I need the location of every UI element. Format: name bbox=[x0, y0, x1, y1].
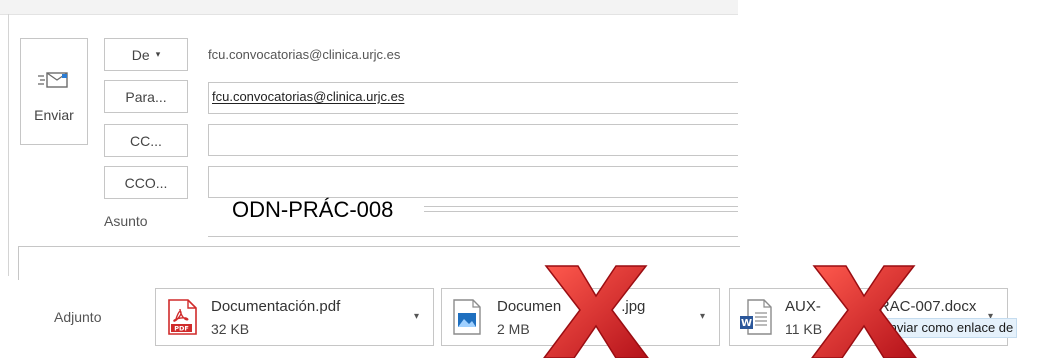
top-toolbar-strip bbox=[0, 0, 738, 15]
cc-field[interactable] bbox=[208, 124, 738, 156]
bcc-button[interactable]: CCO... bbox=[104, 166, 188, 199]
send-button-label: Enviar bbox=[34, 107, 74, 123]
red-x-mark-icon bbox=[543, 265, 649, 358]
subject-field-underline bbox=[208, 236, 738, 237]
subject-input[interactable]: ODN-PRÁC-008 bbox=[232, 197, 393, 223]
to-button[interactable]: Para... bbox=[104, 80, 188, 113]
from-address: fcu.convocatorias@clinica.urjc.es bbox=[208, 47, 401, 62]
chevron-down-icon[interactable]: ▾ bbox=[414, 311, 419, 322]
svg-text:PDF: PDF bbox=[174, 325, 189, 333]
subject-label: Asunto bbox=[104, 213, 148, 229]
subject-field-line-top bbox=[424, 206, 738, 207]
attachments-label: Adjunto bbox=[54, 309, 102, 325]
red-x-mark-icon bbox=[811, 265, 917, 358]
to-recipient[interactable]: fcu.convocatorias@clinica.urjc.es bbox=[212, 89, 404, 104]
attachment-size: 32 KB bbox=[211, 321, 250, 337]
svg-text:W: W bbox=[741, 318, 752, 329]
attachment-name: Documentación.pdf bbox=[211, 298, 341, 315]
window-left-border bbox=[8, 14, 9, 276]
word-file-icon: W bbox=[740, 299, 772, 335]
subject-field-line-bottom bbox=[424, 211, 738, 212]
chevron-down-icon: ▾ bbox=[155, 49, 161, 59]
send-button[interactable]: Enviar bbox=[20, 38, 88, 145]
from-button[interactable]: De ▾ bbox=[104, 38, 188, 71]
cc-button-label: CC... bbox=[130, 132, 162, 149]
chevron-down-icon[interactable]: ▾ bbox=[700, 311, 705, 322]
send-envelope-icon bbox=[38, 72, 68, 88]
bcc-button-label: CCO... bbox=[124, 174, 168, 191]
pdf-file-icon: PDF bbox=[168, 299, 197, 335]
image-file-icon bbox=[453, 299, 481, 335]
bcc-field[interactable] bbox=[208, 166, 738, 198]
from-button-label: De bbox=[131, 46, 150, 63]
attachment-size: 2 MB bbox=[497, 321, 530, 337]
cc-button[interactable]: CC... bbox=[104, 124, 188, 157]
to-button-label: Para... bbox=[125, 88, 167, 105]
attachment-pdf[interactable]: PDF Documentación.pdf 32 KB ▾ bbox=[155, 288, 434, 346]
